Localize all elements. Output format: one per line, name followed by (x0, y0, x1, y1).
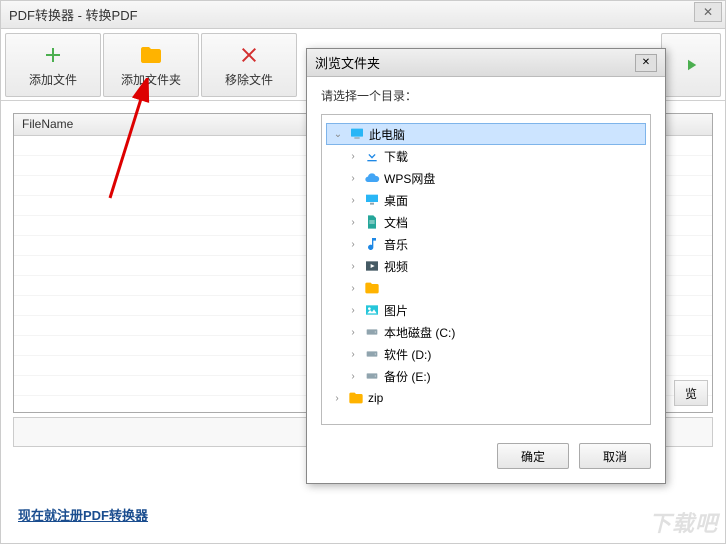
add-file-label: 添加文件 (29, 71, 77, 88)
chevron-right-icon[interactable]: › (346, 261, 360, 272)
chevron-right-icon[interactable]: › (346, 151, 360, 162)
computer-icon (349, 126, 365, 142)
window-title: PDF转换器 - 转换PDF (9, 5, 138, 24)
tree-item[interactable]: › 文档 (326, 211, 646, 233)
chevron-right-icon[interactable]: › (346, 371, 360, 382)
tree-item-label: 图片 (384, 302, 408, 319)
tree-item-label: 本地磁盘 (C:) (384, 324, 455, 341)
dialog-buttons: 确定 取消 (307, 433, 665, 483)
disk-icon (364, 346, 380, 362)
delete-icon (237, 43, 261, 67)
tree-item-label: 软件 (D:) (384, 346, 431, 363)
tree-item[interactable]: › 下载 (326, 145, 646, 167)
document-icon (364, 214, 380, 230)
tree-item-label: WPS网盘 (384, 170, 435, 187)
tree-item-label: 此电脑 (369, 126, 405, 143)
tree-item[interactable]: › 本地磁盘 (C:) (326, 321, 646, 343)
cancel-button[interactable]: 取消 (579, 443, 651, 469)
play-icon (682, 56, 700, 74)
picture-icon (364, 302, 380, 318)
disk-icon (364, 368, 380, 384)
chevron-right-icon[interactable]: › (346, 239, 360, 250)
folder-tree[interactable]: ⌄此电脑›下载›WPS网盘›桌面›文档›音乐›视频››图片›本地磁盘 (C:)›… (321, 114, 651, 425)
chevron-right-icon[interactable]: › (346, 327, 360, 338)
folder-icon (139, 43, 163, 67)
download-icon (364, 148, 380, 164)
disk-icon (364, 324, 380, 340)
toolbar-right-button[interactable] (661, 33, 721, 97)
music-icon (364, 236, 380, 252)
add-file-button[interactable]: 添加文件 (5, 33, 101, 97)
plus-icon (41, 43, 65, 67)
tree-item[interactable]: › WPS网盘 (326, 167, 646, 189)
cloud-icon (364, 170, 380, 186)
folder-icon (364, 280, 380, 296)
chevron-right-icon[interactable]: › (346, 217, 360, 228)
tree-item[interactable]: › 图片 (326, 299, 646, 321)
chevron-right-icon[interactable]: › (346, 173, 360, 184)
tree-item-label: 桌面 (384, 192, 408, 209)
tree-item[interactable]: ⌄ 此电脑 (326, 123, 646, 145)
dialog-title: 浏览文件夹 (315, 53, 380, 72)
folder-icon (348, 390, 364, 406)
tree-item[interactable]: › 桌面 (326, 189, 646, 211)
browse-button-partial[interactable]: 览 (674, 380, 708, 406)
browse-folder-dialog: 浏览文件夹 ✕ 请选择一个目录： ⌄此电脑›下载›WPS网盘›桌面›文档›音乐›… (306, 48, 666, 484)
tree-item-label: 音乐 (384, 236, 408, 253)
add-folder-label: 添加文件夹 (121, 71, 181, 88)
tree-item[interactable]: › 软件 (D:) (326, 343, 646, 365)
tree-item-label: 视频 (384, 258, 408, 275)
tree-item-label: 下载 (384, 148, 408, 165)
dialog-prompt: 请选择一个目录： (307, 77, 665, 114)
remove-file-button[interactable]: 移除文件 (201, 33, 297, 97)
add-folder-button[interactable]: 添加文件夹 (103, 33, 199, 97)
chevron-right-icon[interactable]: › (330, 393, 344, 404)
window-close-button[interactable]: ✕ (694, 2, 722, 22)
tree-item[interactable]: › zip (326, 387, 646, 409)
tree-item-label: 文档 (384, 214, 408, 231)
desktop-icon (364, 192, 380, 208)
remove-file-label: 移除文件 (225, 71, 273, 88)
video-icon (364, 258, 380, 274)
chevron-right-icon[interactable]: › (346, 195, 360, 206)
tree-item[interactable]: › (326, 277, 646, 299)
dialog-titlebar: 浏览文件夹 ✕ (307, 49, 665, 77)
tree-item-label: 备份 (E:) (384, 368, 431, 385)
chevron-down-icon[interactable]: ⌄ (331, 129, 345, 140)
register-link[interactable]: 现在就注册PDF转换器 (18, 505, 148, 524)
chevron-right-icon[interactable]: › (346, 349, 360, 360)
chevron-right-icon[interactable]: › (346, 283, 360, 294)
tree-item-label: zip (368, 391, 383, 405)
titlebar: PDF转换器 - 转换PDF ✕ (1, 1, 725, 29)
chevron-right-icon[interactable]: › (346, 305, 360, 316)
tree-item[interactable]: › 备份 (E:) (326, 365, 646, 387)
ok-button[interactable]: 确定 (497, 443, 569, 469)
tree-item[interactable]: › 音乐 (326, 233, 646, 255)
tree-item[interactable]: › 视频 (326, 255, 646, 277)
dialog-close-button[interactable]: ✕ (635, 54, 657, 72)
